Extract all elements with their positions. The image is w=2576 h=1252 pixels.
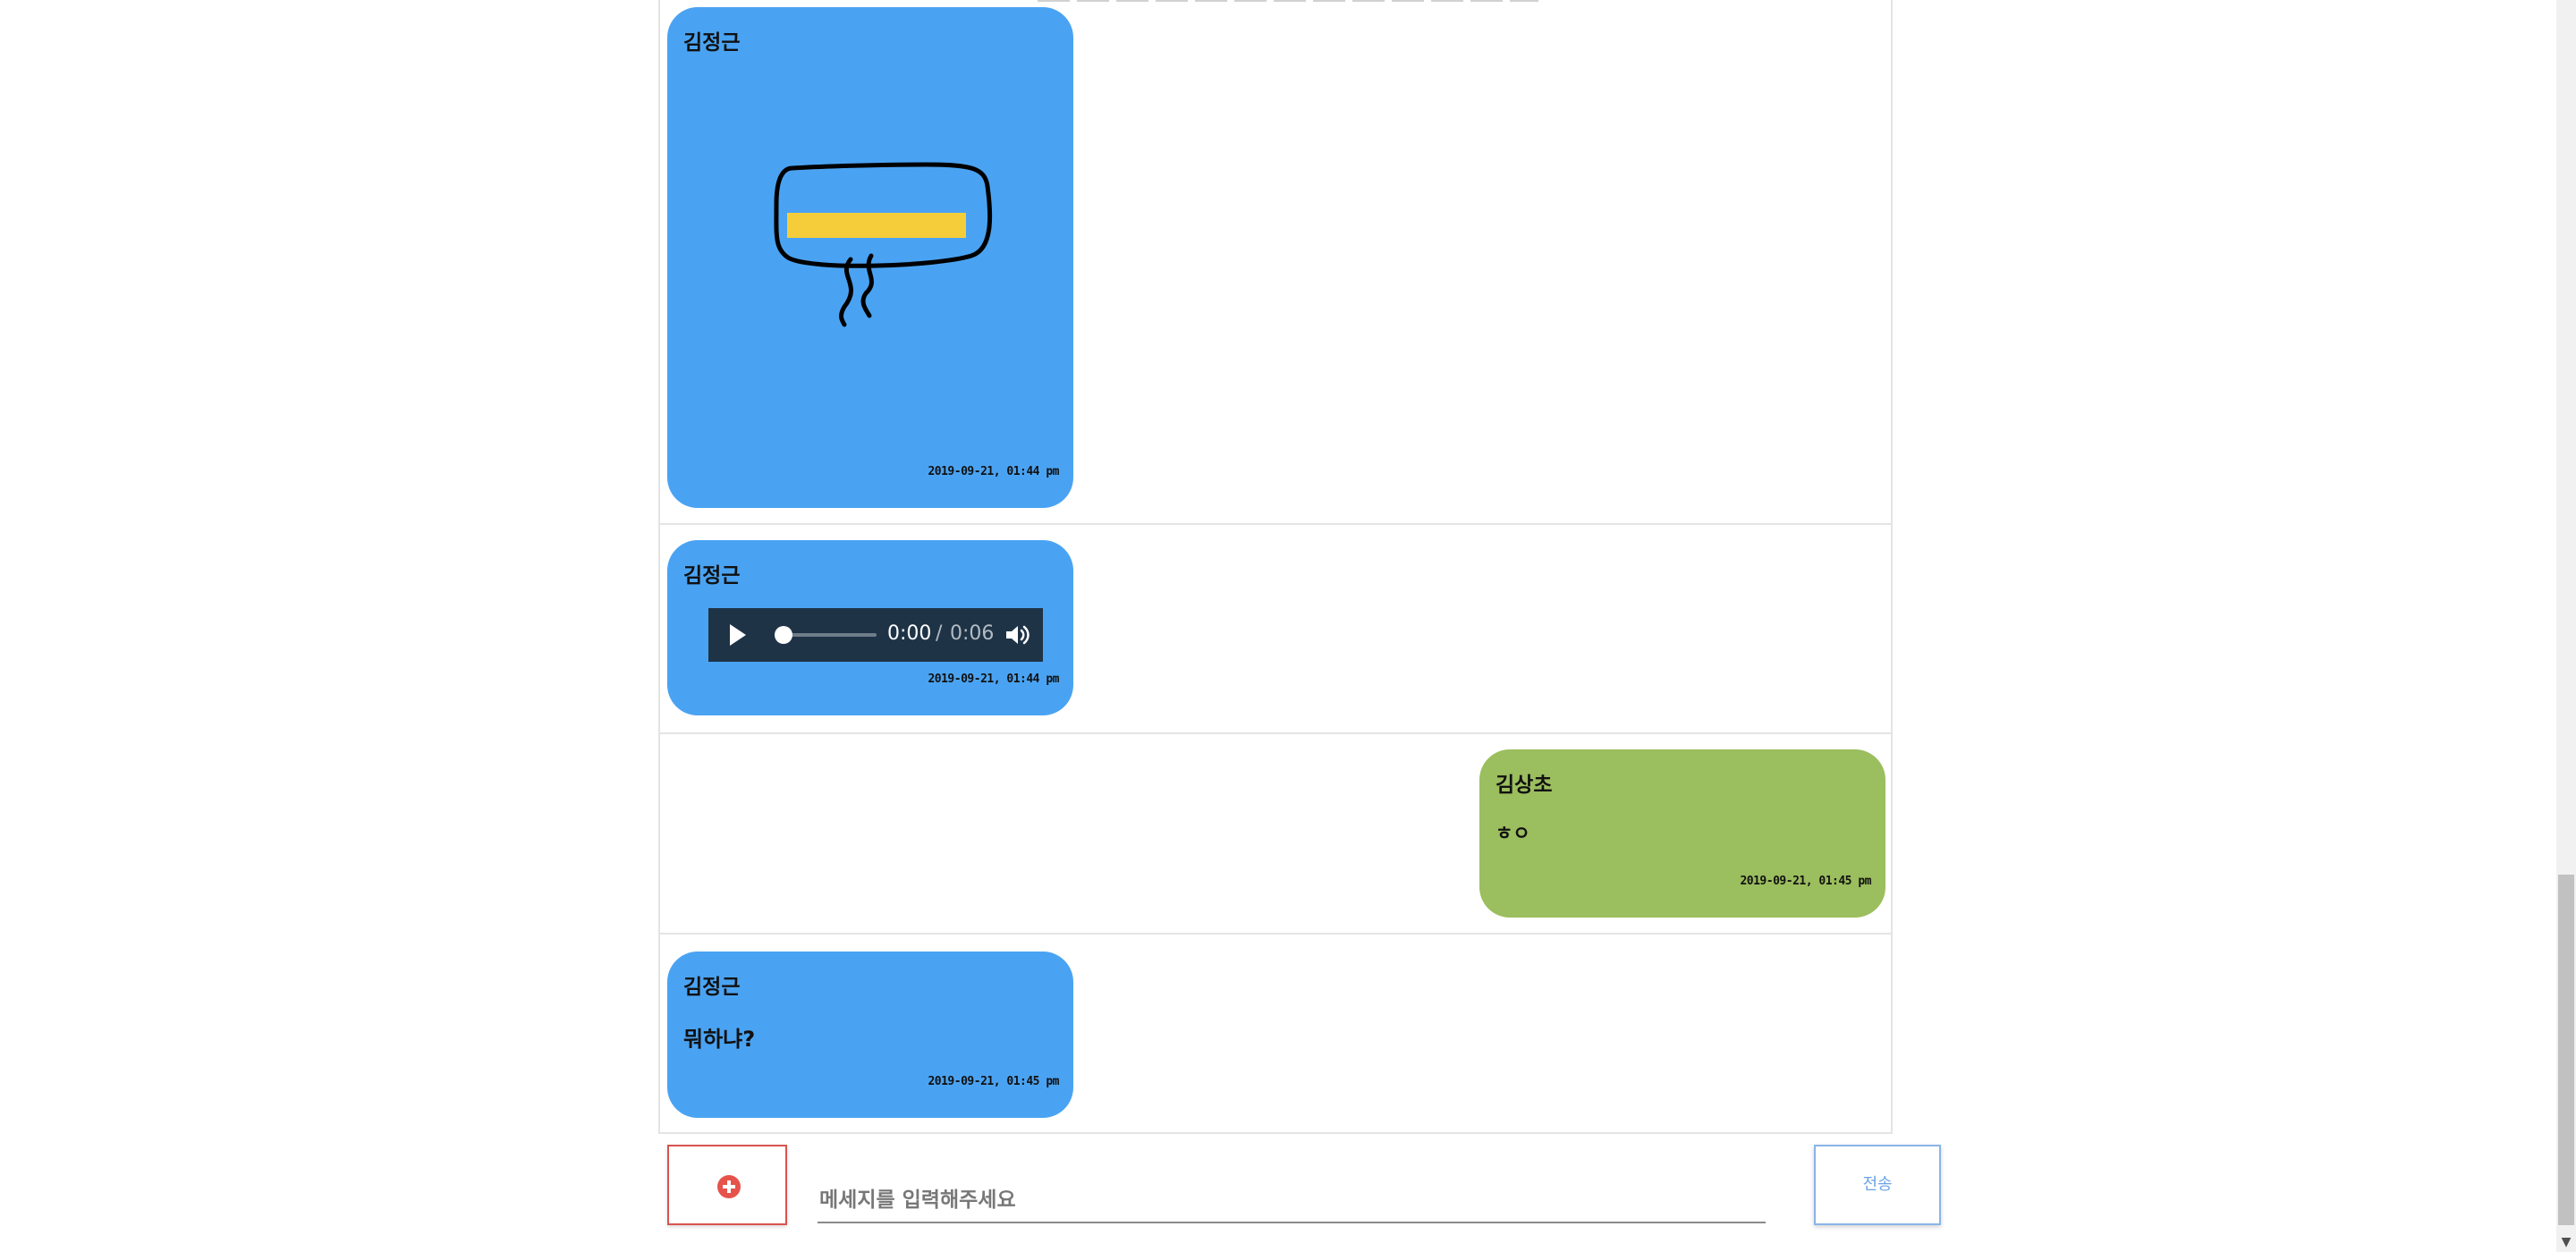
sender-name: 김정근 (683, 976, 741, 999)
message-divider (658, 732, 1893, 734)
message-bubble: 김정근 0:00 / 0:06 2019-09-21, 01:44 pm (667, 540, 1073, 715)
message-timestamp: 2019-09-21, 01:45 pm (928, 1075, 1059, 1088)
attach-button[interactable] (667, 1145, 787, 1225)
chat-page: 김정근 2019-09-21, 01:44 pm 김정근 0:00 / 0:06… (0, 0, 2576, 1252)
audio-time-separator: / (936, 622, 943, 645)
audio-duration: 0:06 (950, 622, 995, 645)
plus-circle-icon (717, 1175, 741, 1198)
message-text: ㅎㅇ (1496, 823, 1530, 844)
sender-name: 김정근 (683, 564, 741, 588)
audio-player: 0:00 / 0:06 (708, 608, 1043, 662)
seek-handle[interactable] (775, 626, 792, 644)
message-divider (658, 523, 1893, 525)
message-timestamp: 2019-09-21, 01:45 pm (1740, 875, 1871, 888)
audio-current-time: 0:00 (887, 622, 932, 645)
message-bubble: 김정근 2019-09-21, 01:44 pm (667, 7, 1073, 508)
scrollbar-thumb[interactable] (2558, 875, 2574, 1225)
page-scrollbar[interactable]: ▼ (2556, 0, 2576, 1252)
message-divider (658, 933, 1893, 935)
message-input[interactable] (818, 1179, 1766, 1223)
send-button[interactable]: 전송 (1814, 1145, 1941, 1225)
message-timestamp: 2019-09-21, 01:44 pm (928, 673, 1059, 686)
scroll-down-arrow-icon[interactable]: ▼ (2556, 1232, 2576, 1252)
play-icon[interactable] (730, 624, 746, 646)
message-timestamp: 2019-09-21, 01:44 pm (928, 465, 1059, 478)
sender-name: 김상초 (1496, 774, 1553, 797)
message-bubble: 김정근 뭐하냐? 2019-09-21, 01:45 pm (667, 952, 1073, 1118)
message-text: 뭐하냐? (683, 1027, 756, 1052)
sender-name: 김정근 (683, 31, 741, 55)
volume-icon[interactable] (1004, 622, 1030, 647)
message-bubble-own: 김상초 ㅎㅇ 2019-09-21, 01:45 pm (1479, 749, 1885, 918)
drawing-image[interactable] (757, 150, 1007, 374)
